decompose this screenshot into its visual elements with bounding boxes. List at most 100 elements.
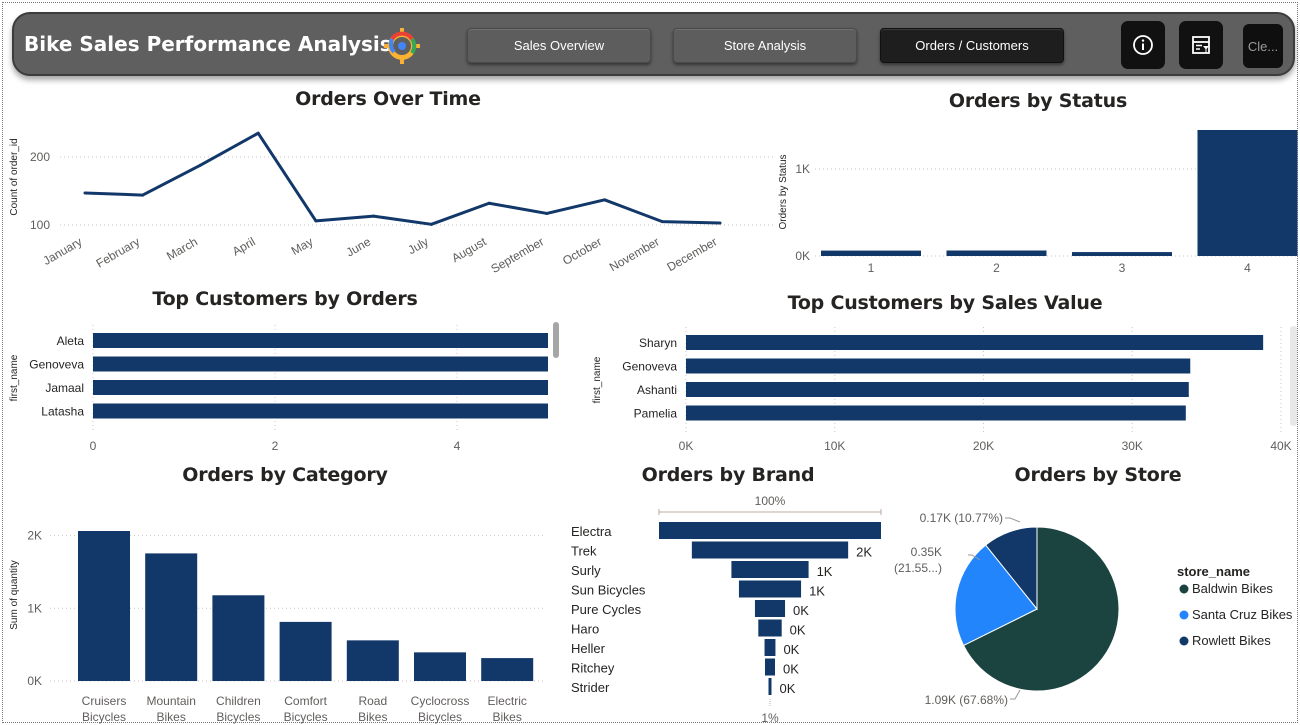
legend-marker: [1179, 610, 1189, 620]
y-tick-label: 1K: [27, 601, 42, 615]
x-tick-label: 4: [454, 439, 461, 453]
funnel-bar-brand: [738, 580, 802, 598]
x-tick-label: 1: [868, 261, 875, 275]
x-tick-label: May: [289, 234, 316, 257]
line-point: [256, 131, 260, 135]
x-tick-label: 3: [1119, 261, 1126, 275]
scrollbar-thumb: [553, 322, 559, 358]
pie-data-label: 0.17K (10.77%): [920, 511, 1003, 525]
x-tick-label: Children: [216, 694, 261, 708]
x-tick-label: Cyclocross: [411, 694, 470, 708]
y-axis-title: first_name: [592, 356, 603, 403]
y-tick-label: Aleta: [57, 334, 85, 348]
legend-marker: [1179, 584, 1189, 594]
x-tick-label: August: [449, 234, 489, 265]
y-tick-label: 100: [30, 218, 50, 232]
x-tick-label: June: [344, 234, 374, 259]
y-tick-label: Genoveva: [29, 358, 84, 372]
bar-category: [414, 652, 466, 681]
bar-customer-sales: [686, 335, 1264, 350]
y-tick-label: 2K: [27, 529, 42, 543]
line-point: [198, 163, 202, 167]
pie-data-label: (21.55...): [894, 561, 942, 575]
x-tick-label: Mountain: [147, 694, 196, 708]
funnel-category-label: Haro: [571, 622, 599, 637]
x-tick-label: April: [230, 234, 258, 258]
x-tick-label: Bikes: [493, 710, 522, 724]
y-tick-label: Sharyn: [639, 336, 677, 350]
funnel-bar-brand: [764, 639, 776, 656]
x-tick-label: Bicycles: [82, 710, 126, 724]
x-tick-label: 0: [90, 439, 97, 453]
x-tick-label: Bicycles: [216, 710, 260, 724]
x-tick-label: January: [41, 234, 85, 267]
funnel-category-label: Strider: [571, 680, 610, 695]
bar-status: [1197, 130, 1298, 256]
x-tick-label: 20K: [973, 439, 994, 453]
funnel-bar-brand: [764, 658, 776, 676]
bar-category: [145, 553, 198, 681]
funnel-category-label: Trek: [571, 544, 597, 559]
x-tick-label: Electric: [488, 694, 527, 708]
legend-marker: [1179, 636, 1189, 646]
y-tick-label: Jamaal: [45, 381, 84, 395]
funnel-value-label: 0K: [793, 603, 809, 618]
line-point: [83, 191, 87, 195]
line-point: [545, 211, 549, 215]
bar-category: [212, 595, 265, 681]
x-tick-label: 40K: [1270, 439, 1291, 453]
scrollbar-track: [1290, 326, 1297, 426]
funnel-category-label: Heller: [571, 641, 606, 656]
legend-item-label: Santa Cruz Bikes: [1192, 607, 1293, 622]
funnel-value-label: 1K: [817, 564, 833, 579]
bar-customer-orders: [93, 380, 548, 395]
y-axis-title: Count of order_id: [9, 138, 20, 215]
funnel-bar-brand: [731, 561, 809, 578]
bar-customer-sales: [686, 382, 1189, 397]
charts-layer: 200 100 Count of order_id January February Ma…: [9, 130, 1298, 725]
line-point: [718, 221, 722, 225]
x-tick-label: 2: [993, 261, 1000, 275]
line-point: [314, 219, 318, 223]
bar-status: [821, 250, 921, 256]
pie-leader-line: [1005, 517, 1021, 523]
funnel-category-label: Electra: [571, 524, 612, 539]
line-point: [141, 193, 145, 197]
x-tick-label: Road: [358, 694, 387, 708]
y-tick-label: 200: [30, 150, 50, 164]
funnel-value-label: 0K: [780, 681, 796, 696]
x-tick-label: March: [164, 234, 200, 263]
funnel-value-label: 0K: [783, 662, 799, 677]
funnel-value-label: 1K: [809, 584, 825, 599]
x-tick-label: 10K: [824, 439, 845, 453]
pie-leader-line: [1010, 689, 1021, 700]
funnel-category-label: Sun Bicycles: [571, 583, 646, 598]
bar-status: [1072, 252, 1172, 256]
legend-item-label: Baldwin Bikes: [1192, 581, 1273, 596]
bar-category: [481, 658, 534, 681]
bar-category: [279, 621, 332, 681]
line-point: [372, 214, 376, 218]
y-tick-label: Genoveva: [622, 360, 677, 374]
y-axis-title: first_name: [9, 354, 20, 401]
bar-customer-orders: [93, 333, 548, 348]
y-axis-title: Sum of quantity: [9, 560, 20, 629]
bar-customer-sales: [686, 358, 1191, 374]
y-tick-label: 1K: [795, 162, 810, 176]
bar-customer-orders: [93, 403, 548, 419]
y-tick-label: 0K: [795, 249, 810, 263]
y-axis-title: Orders by Status: [778, 154, 789, 229]
funnel-bar-brand: [659, 522, 881, 539]
x-tick-label: July: [405, 234, 430, 257]
funnel-bar-brand: [691, 541, 849, 559]
x-tick-label: 2: [272, 439, 279, 453]
x-tick-label: Comfort: [284, 694, 327, 708]
x-tick-label: Bicycles: [418, 710, 462, 724]
x-tick-label: Cruisers: [82, 694, 127, 708]
bar-category: [346, 640, 399, 681]
legend-item-label: Rowlett Bikes: [1192, 633, 1271, 648]
x-tick-label: Bikes: [157, 710, 186, 724]
x-tick-label: October: [560, 234, 604, 267]
x-tick-label: Bikes: [358, 710, 387, 724]
funnel-value-label: 2K: [856, 545, 872, 560]
